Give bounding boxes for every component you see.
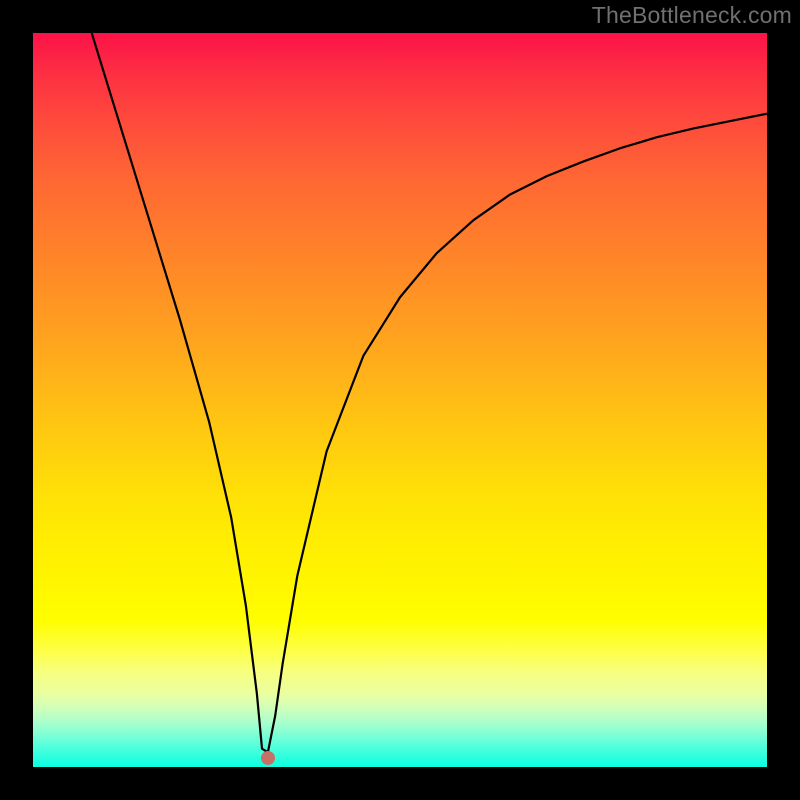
- bottleneck-curve: [33, 33, 767, 767]
- watermark-text: TheBottleneck.com: [592, 2, 792, 29]
- chart-gradient-background: [33, 33, 767, 767]
- optimal-point-marker: [261, 751, 275, 765]
